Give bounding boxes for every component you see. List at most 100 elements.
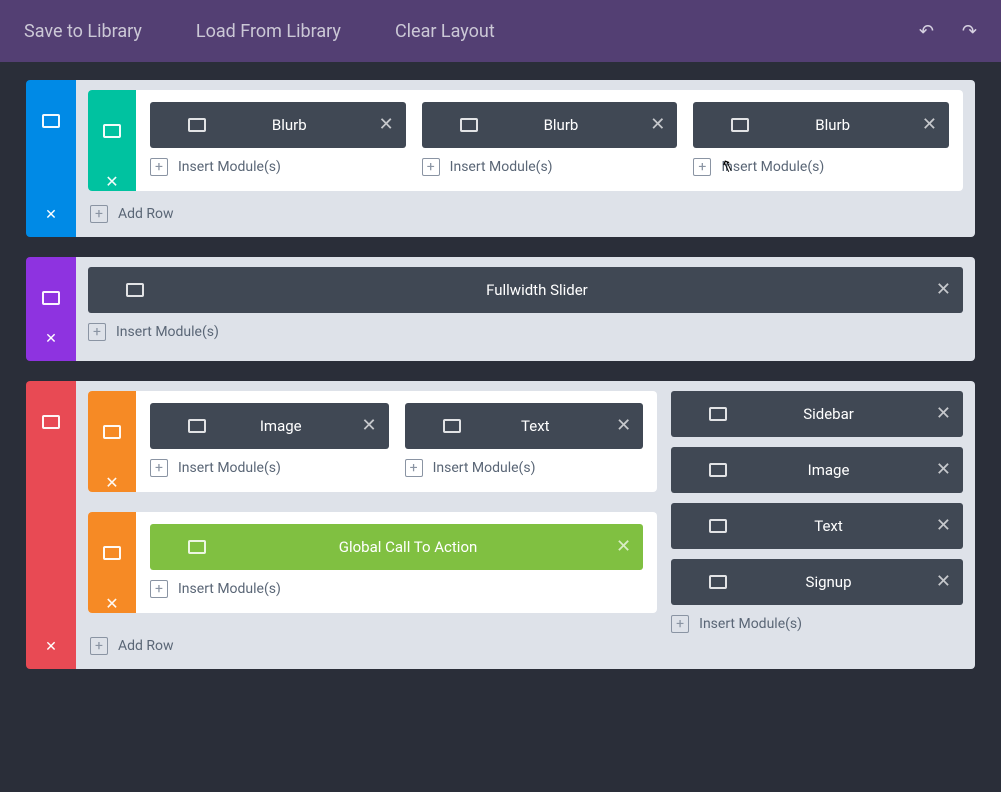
save-to-library-button[interactable]: Save to Library <box>24 21 142 42</box>
duplicate-icon[interactable] <box>103 425 121 439</box>
delete-module-icon[interactable]: ✕ <box>650 116 665 134</box>
duplicate-icon[interactable] <box>709 407 727 421</box>
delete-section-icon[interactable]: ✕ <box>45 193 57 237</box>
columns-icon[interactable] <box>103 150 121 164</box>
sidebar-column: Sidebar✕Image✕Text✕Signup✕+Insert Module… <box>671 391 963 633</box>
insert-module-button[interactable]: +Insert Module(s) <box>150 459 389 477</box>
duplicate-icon[interactable] <box>126 283 144 297</box>
plus-icon: + <box>90 637 108 655</box>
load-from-library-button[interactable]: Load From Library <box>196 21 341 42</box>
module[interactable]: Blurb ✕ <box>422 102 678 148</box>
undo-icon[interactable]: ↶ <box>919 21 934 42</box>
drag-handle-icon[interactable] <box>162 541 180 553</box>
delete-module-icon[interactable]: ✕ <box>936 281 951 299</box>
plus-icon: + <box>671 615 689 633</box>
delete-module-icon[interactable]: ✕ <box>936 461 951 479</box>
drag-handle-icon[interactable] <box>417 420 435 432</box>
insert-module-button[interactable]: + Insert Module(s) <box>671 615 963 633</box>
delete-icon[interactable]: ✕ <box>105 473 118 492</box>
module[interactable]: Sidebar ✕ <box>671 391 963 437</box>
duplicate-icon[interactable] <box>709 575 727 589</box>
delete-module-icon[interactable]: ✕ <box>936 405 951 423</box>
drag-handle-icon[interactable] <box>162 420 180 432</box>
section: ✕Fullwidth Slider✕+Insert Module(s) <box>26 257 975 361</box>
drag-handle-icon[interactable] <box>103 104 121 116</box>
module[interactable]: Signup✕ <box>671 559 963 605</box>
delete-module-icon[interactable]: ✕ <box>379 116 394 134</box>
delete-section-icon[interactable]: ✕ <box>45 625 57 669</box>
module[interactable]: Blurb ✕ <box>150 102 406 148</box>
insert-module-button[interactable]: +Insert Module(s) <box>422 158 678 176</box>
module-title: Blurb <box>206 116 373 134</box>
module-title: Image <box>727 461 930 479</box>
module[interactable]: Text✕ <box>671 503 963 549</box>
duplicate-icon[interactable] <box>42 415 60 429</box>
insert-module-button[interactable]: +Insert Module(s) <box>88 323 963 341</box>
insert-module-label: Insert Module(s) <box>178 460 281 476</box>
plus-icon: + <box>90 205 108 223</box>
column: Blurb ✕ +Insert Module(s)⇖ <box>693 102 949 176</box>
insert-module-button[interactable]: +Insert Module(s) <box>150 580 643 598</box>
module[interactable]: Fullwidth Slider✕ <box>88 267 963 313</box>
duplicate-icon[interactable] <box>709 463 727 477</box>
delete-module-icon[interactable]: ✕ <box>616 417 631 435</box>
module[interactable]: Blurb ✕ <box>693 102 949 148</box>
drag-handle-icon[interactable] <box>103 405 121 417</box>
clear-layout-button[interactable]: Clear Layout <box>395 21 495 42</box>
duplicate-icon[interactable] <box>42 291 60 305</box>
row: ✕Global Call To Action✕+Insert Module(s) <box>88 512 657 613</box>
drag-handle-icon[interactable] <box>42 395 60 407</box>
section: ✕✕Image✕+Insert Module(s)Text✕+Insert Mo… <box>26 381 975 669</box>
drag-handle-icon[interactable] <box>705 119 723 131</box>
module[interactable]: Image ✕ <box>671 447 963 493</box>
delete-icon[interactable]: ✕ <box>105 594 118 613</box>
delete-section-icon[interactable]: ✕ <box>45 317 57 361</box>
delete-module-icon[interactable]: ✕ <box>616 538 631 556</box>
drag-handle-icon[interactable] <box>434 119 452 131</box>
drag-handle-icon[interactable] <box>103 526 121 538</box>
drag-handle-icon[interactable] <box>100 284 118 296</box>
drag-handle-icon[interactable] <box>683 464 701 476</box>
drag-handle-icon[interactable] <box>162 119 180 131</box>
columns-icon[interactable] <box>103 451 121 465</box>
delete-module-icon[interactable]: ✕ <box>936 517 951 535</box>
duplicate-icon[interactable] <box>188 419 206 433</box>
duplicate-icon[interactable] <box>188 118 206 132</box>
module-title: Blurb <box>478 116 645 134</box>
duplicate-icon[interactable] <box>709 519 727 533</box>
plus-icon: + <box>422 158 440 176</box>
duplicate-icon[interactable] <box>731 118 749 132</box>
duplicate-icon[interactable] <box>460 118 478 132</box>
columns-icon[interactable] <box>103 572 121 586</box>
plus-icon: + <box>150 158 168 176</box>
insert-module-button[interactable]: +Insert Module(s) <box>150 158 406 176</box>
insert-module-button[interactable]: +Insert Module(s)⇖ <box>693 158 949 176</box>
module[interactable]: Text✕ <box>405 403 644 449</box>
insert-module-label: Insert Module(s) <box>116 324 219 340</box>
duplicate-icon[interactable] <box>103 546 121 560</box>
duplicate-icon[interactable] <box>188 540 206 554</box>
drag-handle-icon[interactable] <box>683 576 701 588</box>
delete-module-icon[interactable]: ✕ <box>361 417 376 435</box>
delete-module-icon[interactable]: ✕ <box>936 573 951 591</box>
duplicate-icon[interactable] <box>42 114 60 128</box>
add-row-button[interactable]: +Add Row <box>88 201 963 225</box>
drag-handle-icon[interactable] <box>42 271 60 283</box>
insert-module-label: Insert Module(s) <box>699 616 802 632</box>
drag-handle-icon[interactable] <box>683 520 701 532</box>
delete-module-icon[interactable]: ✕ <box>922 116 937 134</box>
delete-icon[interactable]: ✕ <box>105 172 118 191</box>
module[interactable]: Global Call To Action✕ <box>150 524 643 570</box>
drag-handle-icon[interactable] <box>42 94 60 106</box>
redo-icon[interactable]: ↷ <box>962 21 977 42</box>
drag-handle-icon[interactable] <box>683 408 701 420</box>
insert-module-button[interactable]: +Insert Module(s) <box>405 459 644 477</box>
add-row-button[interactable]: +Add Row <box>88 633 963 657</box>
module-title: Blurb <box>749 116 916 134</box>
column: Blurb ✕ +Insert Module(s) <box>422 102 678 176</box>
column: Text✕ +Insert Module(s) <box>405 403 644 477</box>
module[interactable]: Image✕ <box>150 403 389 449</box>
duplicate-icon[interactable] <box>103 124 121 138</box>
module-title: Sidebar <box>727 405 930 423</box>
duplicate-icon[interactable] <box>443 419 461 433</box>
